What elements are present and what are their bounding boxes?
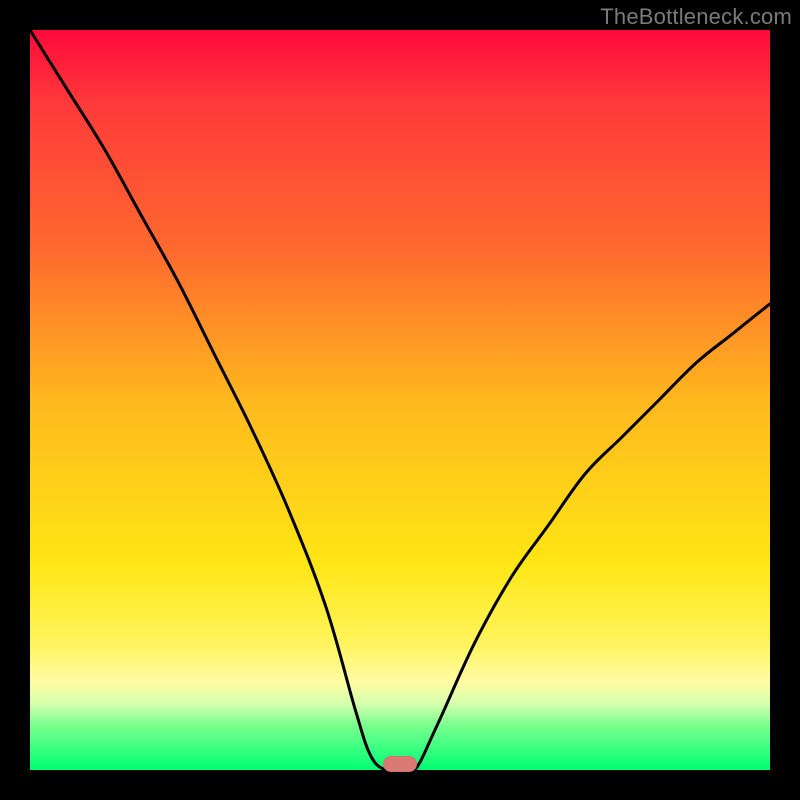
optimal-marker <box>383 756 417 772</box>
chart-frame: TheBottleneck.com <box>0 0 800 800</box>
watermark-text: TheBottleneck.com <box>600 4 792 30</box>
curve-path <box>30 30 770 770</box>
plot-area <box>30 30 770 770</box>
bottleneck-curve <box>30 30 770 770</box>
